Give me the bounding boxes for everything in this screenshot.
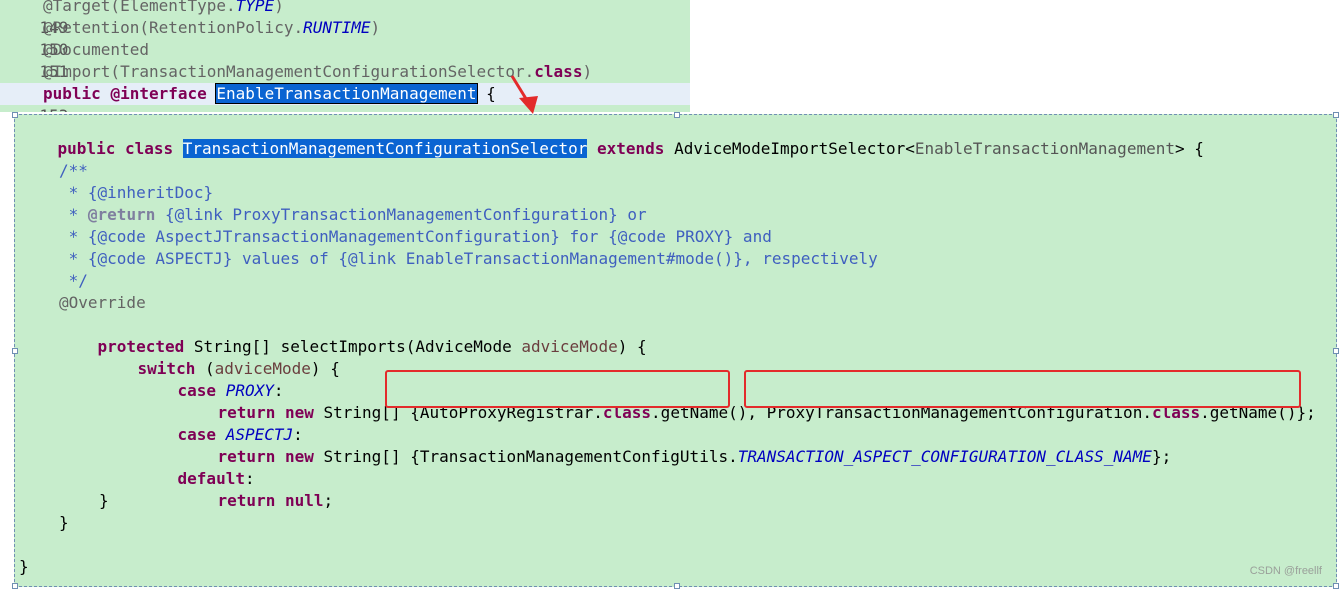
annotation-documented: @Documented (43, 40, 149, 59)
keyword: public (43, 84, 101, 103)
return-null: return null; (217, 491, 334, 510)
return-aspectj: return new String[] {TransactionManageme… (217, 447, 1172, 466)
resize-handle[interactable] (12, 112, 18, 118)
class-declaration: public class TransactionManagementConfig… (57, 139, 1204, 158)
annotation-target: @Target(ElementType. (43, 0, 236, 15)
resize-handle[interactable] (1333, 583, 1339, 589)
resize-handle[interactable] (1333, 112, 1339, 118)
default-case: default: (177, 469, 255, 488)
keyword: class (534, 62, 583, 81)
highlight-box-autoproxyregistrar (385, 370, 730, 408)
closing-brace: } (99, 491, 109, 510)
javadoc-open: /** (59, 161, 88, 180)
enum-constant: RUNTIME (303, 18, 371, 37)
highlight-box-proxy-config (744, 370, 1301, 408)
closing-brace: } (59, 513, 69, 532)
code-line-153[interactable]: 153 public @interface EnableTransactionM… (0, 83, 690, 112)
resize-handle[interactable] (1333, 348, 1339, 354)
keyword: @interface (110, 84, 207, 103)
annotation-retention: @Retention(RetentionPolicy. (43, 18, 304, 37)
selected-class-name[interactable]: TransactionManagementConfigurationSelect… (182, 139, 588, 158)
line-number: 153 (39, 105, 80, 112)
switch-statement: switch (adviceMode) { (137, 359, 340, 378)
watermark: CSDN @freellf (1249, 565, 1322, 577)
case-aspectj: case ASPECTJ: (177, 425, 303, 444)
code-line-152[interactable]: 152 @Import(TransactionManagementConfigu… (0, 61, 690, 103)
code-line-149[interactable]: 149 @Target(ElementType.TYPE) (0, 0, 690, 37)
closing-brace: } (19, 557, 29, 576)
javadoc-close: */ (59, 271, 88, 290)
enum-constant: TYPE (235, 0, 275, 15)
hover-popup[interactable]: public class TransactionManagementConfig… (12, 112, 1339, 589)
resize-handle[interactable] (674, 583, 680, 589)
javadoc-line: * {@code AspectJTransactionManagementCon… (59, 227, 772, 246)
javadoc-line: * {@inheritDoc} (59, 183, 214, 202)
selected-identifier[interactable]: EnableTransactionManagement (215, 83, 478, 104)
background-editor: 149 @Target(ElementType.TYPE) 150 @Reten… (0, 0, 690, 112)
annotation-import: @Import(TransactionManagementConfigurati… (43, 62, 535, 81)
resize-handle[interactable] (12, 583, 18, 589)
resize-handle[interactable] (12, 348, 18, 354)
javadoc-line: * @return {@link ProxyTransactionManagem… (59, 205, 647, 224)
method-signature: protected String[] selectImports(AdviceM… (97, 337, 647, 356)
override-annotation: @Override (59, 293, 146, 312)
case-proxy: case PROXY: (177, 381, 284, 400)
punctuation: ) (370, 18, 381, 37)
punctuation: { (476, 84, 496, 103)
javadoc-line: * {@code ASPECTJ} values of {@link Enabl… (59, 249, 878, 268)
code-line-151[interactable]: 151 @Documented (0, 39, 690, 81)
code-line-150[interactable]: 150 @Retention(RetentionPolicy.RUNTIME) (0, 17, 690, 59)
punctuation: ) (274, 0, 284, 15)
punctuation: ) (582, 62, 593, 81)
